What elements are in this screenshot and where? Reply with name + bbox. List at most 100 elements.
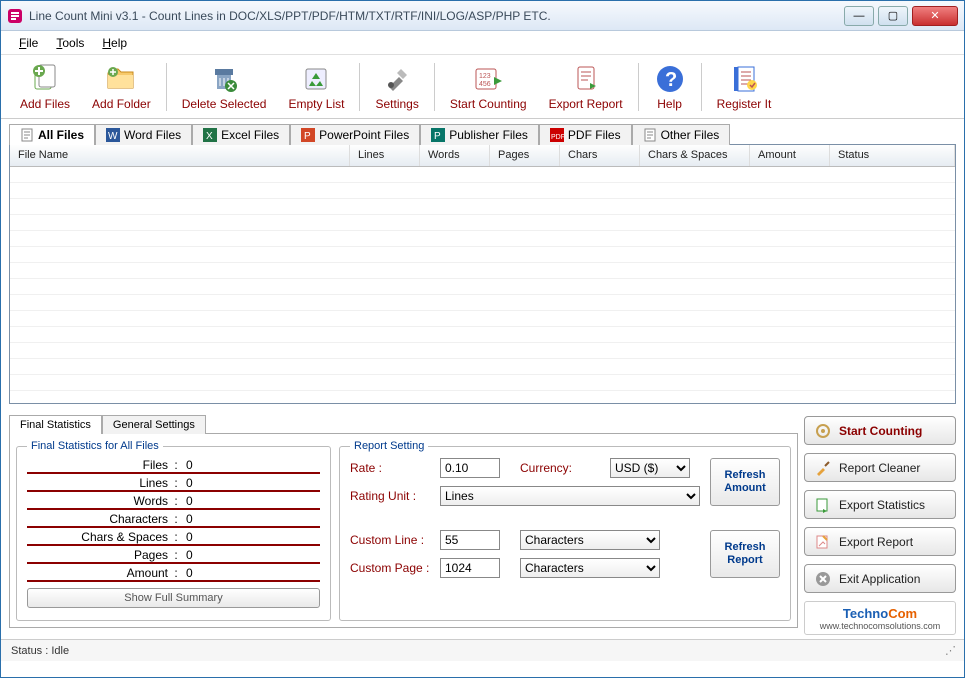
col-amount[interactable]: Amount bbox=[750, 145, 830, 166]
brand-url: www.technocomsolutions.com bbox=[820, 621, 941, 631]
custom-page-unit-select[interactable]: Characters bbox=[520, 558, 660, 578]
side-export-report-button[interactable]: Export Report bbox=[804, 527, 956, 556]
doc-icon bbox=[20, 128, 34, 142]
tab-label: PDF Files bbox=[568, 128, 621, 142]
export-report-icon bbox=[815, 534, 831, 550]
side-export-statistics-button[interactable]: Export Statistics bbox=[804, 490, 956, 519]
delete-icon bbox=[208, 63, 240, 95]
tab-word-files[interactable]: WWord Files bbox=[95, 124, 192, 145]
export-report-button[interactable]: Export Report bbox=[538, 60, 634, 114]
add-files-button[interactable]: Add Files bbox=[9, 60, 81, 114]
refresh-report-button[interactable]: Refresh Report bbox=[710, 530, 780, 578]
custom-page-input[interactable] bbox=[440, 558, 500, 578]
svg-text:W: W bbox=[108, 131, 118, 142]
empty-list-label: Empty List bbox=[288, 97, 344, 111]
close-button[interactable]: ✕ bbox=[912, 6, 958, 26]
maximize-button[interactable]: ▢ bbox=[878, 6, 908, 26]
title-bar: Line Count Mini v3.1 - Count Lines in DO… bbox=[1, 1, 964, 31]
menu-help[interactable]: Help bbox=[94, 34, 135, 52]
show-full-summary-button[interactable]: Show Full Summary bbox=[27, 588, 320, 608]
gear-icon bbox=[815, 423, 831, 439]
tab-all-files[interactable]: All Files bbox=[9, 124, 95, 145]
tab-label: Publisher Files bbox=[449, 128, 528, 142]
menu-file[interactable]: File bbox=[11, 34, 46, 52]
stat-characters-label: Characters bbox=[27, 512, 172, 526]
resize-grip[interactable]: ⋰ bbox=[945, 644, 954, 657]
stat-pages-label: Pages bbox=[27, 548, 172, 562]
export-stats-icon bbox=[815, 497, 831, 513]
tab-excel-files[interactable]: XExcel Files bbox=[192, 124, 290, 145]
tab-label: Other Files bbox=[661, 128, 720, 142]
refresh-amount-button[interactable]: Refresh Amount bbox=[710, 458, 780, 506]
status-bar: Status : Idle ⋰ bbox=[1, 639, 964, 661]
exit-icon bbox=[815, 571, 831, 587]
stat-files-value: 0 bbox=[180, 458, 320, 472]
rating-unit-select[interactable]: Lines bbox=[440, 486, 700, 506]
empty-list-button[interactable]: Empty List bbox=[277, 60, 355, 114]
side-exit-label: Exit Application bbox=[839, 572, 920, 586]
register-button[interactable]: Register It bbox=[706, 60, 783, 114]
col-chars[interactable]: Chars bbox=[560, 145, 640, 166]
svg-text:456: 456 bbox=[479, 81, 491, 88]
col-lines[interactable]: Lines bbox=[350, 145, 420, 166]
custom-line-input[interactable] bbox=[440, 530, 500, 550]
register-icon bbox=[728, 63, 760, 95]
svg-text:P: P bbox=[304, 131, 311, 142]
col-chars-spaces[interactable]: Chars & Spaces bbox=[640, 145, 750, 166]
toolbar-separator bbox=[166, 63, 167, 111]
stat-lines-label: Lines bbox=[27, 476, 172, 490]
side-cleaner-label: Report Cleaner bbox=[839, 461, 920, 475]
toolbar-separator bbox=[701, 63, 702, 111]
rating-unit-label: Rating Unit : bbox=[350, 489, 440, 503]
currency-select[interactable]: USD ($) bbox=[610, 458, 690, 478]
side-start-counting-button[interactable]: Start Counting bbox=[804, 416, 956, 445]
col-file-name[interactable]: File Name bbox=[10, 145, 350, 166]
pdf-icon: PDF bbox=[550, 128, 564, 142]
report-setting-legend: Report Setting bbox=[350, 440, 428, 452]
final-statistics-group: Final Statistics for All Files Files:0 L… bbox=[16, 440, 331, 621]
tab-pdf-files[interactable]: PDF PDF Files bbox=[539, 124, 632, 145]
main-toolbar: Add Files Add Folder Delete Selected Emp… bbox=[1, 55, 964, 119]
add-folder-button[interactable]: Add Folder bbox=[81, 60, 162, 114]
col-words[interactable]: Words bbox=[420, 145, 490, 166]
stat-characters-value: 0 bbox=[180, 512, 320, 526]
brand-badge[interactable]: TechnoCom www.technocomsolutions.com bbox=[804, 601, 956, 635]
stat-files-label: Files bbox=[27, 458, 172, 472]
stat-chars-spaces-label: Chars & Spaces bbox=[27, 530, 172, 544]
side-exit-button[interactable]: Exit Application bbox=[804, 564, 956, 593]
svg-text:123: 123 bbox=[479, 73, 491, 80]
stat-amount-value: 0 bbox=[180, 566, 320, 580]
custom-line-unit-select[interactable]: Characters bbox=[520, 530, 660, 550]
start-counting-button[interactable]: 123456 Start Counting bbox=[439, 60, 538, 114]
other-icon bbox=[643, 128, 657, 142]
tab-final-statistics[interactable]: Final Statistics bbox=[9, 415, 102, 434]
tab-other-files[interactable]: Other Files bbox=[632, 124, 731, 145]
col-pages[interactable]: Pages bbox=[490, 145, 560, 166]
file-type-tabs: All Files WWord Files XExcel Files PPowe… bbox=[1, 119, 964, 144]
currency-label: Currency: bbox=[520, 461, 610, 475]
final-statistics-legend: Final Statistics for All Files bbox=[27, 440, 163, 452]
export-report-label: Export Report bbox=[549, 97, 623, 111]
minimize-button[interactable]: — bbox=[844, 6, 874, 26]
settings-button[interactable]: Settings bbox=[364, 60, 429, 114]
menu-tools[interactable]: Tools bbox=[48, 34, 92, 52]
col-status[interactable]: Status bbox=[830, 145, 955, 166]
tab-general-settings[interactable]: General Settings bbox=[102, 415, 206, 434]
rate-input[interactable] bbox=[440, 458, 500, 478]
svg-text:P: P bbox=[434, 131, 441, 142]
app-icon bbox=[7, 8, 23, 24]
svg-text:X: X bbox=[206, 131, 213, 142]
tab-publisher-files[interactable]: P Publisher Files bbox=[420, 124, 539, 145]
menu-bar: File Tools Help bbox=[1, 31, 964, 55]
side-export-stats-label: Export Statistics bbox=[839, 498, 925, 512]
grid-body[interactable] bbox=[10, 167, 955, 403]
grid-header: File Name Lines Words Pages Chars Chars … bbox=[10, 145, 955, 167]
side-report-cleaner-button[interactable]: Report Cleaner bbox=[804, 453, 956, 482]
word-icon: W bbox=[106, 128, 120, 142]
toolbar-separator bbox=[434, 63, 435, 111]
delete-selected-button[interactable]: Delete Selected bbox=[171, 60, 278, 114]
settings-icon bbox=[381, 63, 413, 95]
folder-icon bbox=[105, 63, 137, 95]
tab-powerpoint-files[interactable]: PPowerPoint Files bbox=[290, 124, 420, 145]
help-button[interactable]: ? Help bbox=[643, 60, 697, 114]
